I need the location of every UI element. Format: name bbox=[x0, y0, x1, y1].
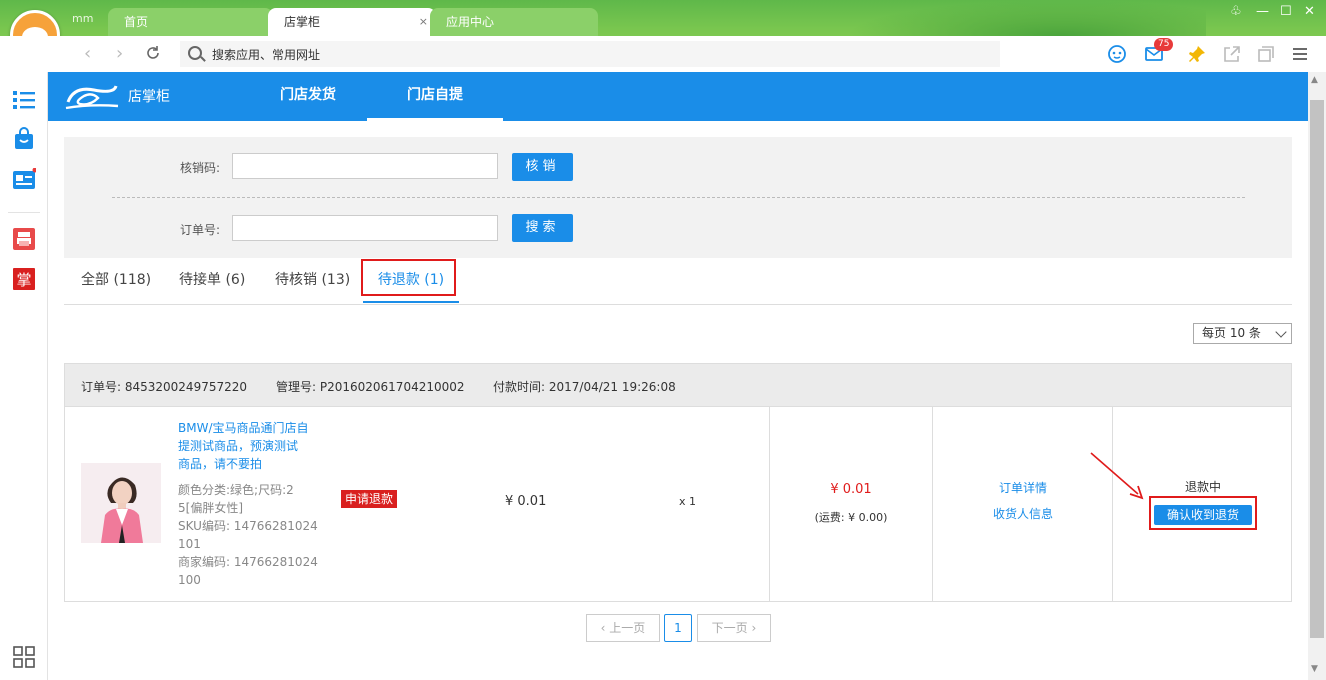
order-no-label: 订单号: bbox=[179, 223, 220, 237]
prev-page-button[interactable]: ‹ 上一页 bbox=[586, 614, 660, 642]
username: mm bbox=[72, 12, 94, 25]
chevron-down-icon bbox=[1275, 326, 1287, 338]
status-tabs: 全部 (118) 待接单 (6) 待核销 (13) 待退款 (1) bbox=[64, 258, 1292, 305]
nav-label: 门店发货 bbox=[280, 87, 336, 103]
scrollbar-thumb[interactable] bbox=[1310, 100, 1324, 638]
chevron-left-icon: ‹ bbox=[600, 621, 610, 635]
meta-line: SKU编码: 14766281024 bbox=[178, 519, 318, 533]
id-card-icon[interactable] bbox=[12, 168, 36, 192]
paid-time: 付款时间: 2017/04/21 19:26:08 bbox=[493, 380, 676, 394]
browser-tab-shop[interactable]: 店掌柜 × bbox=[268, 8, 436, 36]
minimize-icon[interactable]: — bbox=[1256, 4, 1269, 19]
product-thumbnail[interactable] bbox=[81, 463, 161, 543]
pin-icon[interactable] bbox=[1187, 44, 1207, 64]
tab-pending-verify[interactable]: 待核销 (13) bbox=[275, 258, 350, 303]
product-image bbox=[81, 463, 161, 543]
next-page-label: 下一页 bbox=[711, 621, 748, 635]
sidebar-divider bbox=[8, 212, 40, 213]
current-page-button[interactable]: 1 bbox=[664, 614, 692, 642]
nav-label: 门店自提 bbox=[407, 87, 463, 103]
unit-price: ¥ 0.01 bbox=[505, 494, 547, 509]
meta-line: 颜色分类:绿色;尺码:2 bbox=[178, 483, 294, 497]
search-icon bbox=[188, 46, 202, 60]
order-header: 订单号: 8453200249757220 管理号: P201602061704… bbox=[64, 363, 1292, 407]
quantity: x 1 bbox=[679, 495, 697, 508]
shopping-bag-icon[interactable] bbox=[12, 127, 36, 151]
grid-icon[interactable] bbox=[12, 645, 36, 669]
highlight-box-refund-tab bbox=[361, 259, 456, 296]
printer-icon[interactable] bbox=[12, 227, 36, 251]
tab-all[interactable]: 全部 (118) bbox=[81, 258, 151, 303]
close-icon[interactable]: × bbox=[419, 8, 428, 36]
browser-tab-app-center[interactable]: 应用中心 bbox=[430, 8, 598, 36]
column-divider bbox=[1112, 406, 1113, 601]
per-page-value: 每页 10 条 bbox=[1202, 326, 1261, 340]
meta-line: 101 bbox=[178, 537, 201, 551]
refresh-icon[interactable] bbox=[144, 44, 162, 62]
product-name-line: 提测试商品，预演测试 bbox=[178, 439, 299, 453]
receiver-info-link[interactable]: 收货人信息 bbox=[933, 505, 1113, 522]
app-name: 店掌柜 bbox=[128, 89, 170, 105]
forward-icon[interactable]: › bbox=[116, 43, 123, 64]
order-row: BMW/宝马商品通门店自 提测试商品，预演测试 商品，请不要拍 颜色分类:绿色;… bbox=[64, 406, 1292, 602]
browser-tab-label: 店掌柜 bbox=[284, 15, 321, 29]
browser-tab-label: 首页 bbox=[124, 15, 149, 29]
verify-button[interactable]: 核销 bbox=[512, 153, 573, 181]
meta-line: 商家编码: 14766281024 bbox=[178, 555, 318, 569]
nav-store-shipping[interactable]: 门店发货 bbox=[248, 72, 368, 121]
nav-store-pickup[interactable]: 门店自提 bbox=[367, 72, 503, 121]
back-icon[interactable]: ‹ bbox=[84, 43, 91, 64]
menu-icon[interactable] bbox=[1290, 44, 1310, 64]
annotation-arrow-icon bbox=[1090, 452, 1144, 500]
order-number: 订单号: 8453200249757220 bbox=[81, 380, 248, 394]
title-bar-decoration bbox=[846, 0, 1206, 36]
scroll-down-icon[interactable]: ▼ bbox=[1311, 664, 1318, 674]
skin-icon[interactable]: ♧ bbox=[1230, 4, 1242, 19]
verify-code-input[interactable] bbox=[232, 153, 498, 179]
column-divider bbox=[932, 406, 933, 601]
window-close-icon[interactable]: ✕ bbox=[1304, 4, 1315, 19]
mail-badge: 75 bbox=[1154, 38, 1174, 51]
shipping-fee: (运费: ¥ 0.00) bbox=[814, 511, 888, 524]
browser-tab-home[interactable]: 首页 bbox=[108, 8, 273, 36]
product-name-line: BMW/宝马商品通门店自 bbox=[178, 421, 309, 435]
order-total: ¥ 0.01 bbox=[830, 482, 872, 497]
column-divider bbox=[769, 406, 770, 601]
app-header: 店掌柜 门店发货 门店自提 bbox=[48, 72, 1308, 121]
browser-tab-label: 应用中心 bbox=[446, 15, 495, 29]
address-bar[interactable]: 搜索应用、常用网址 bbox=[180, 41, 1000, 67]
svg-text:掌: 掌 bbox=[16, 271, 31, 289]
per-page-select[interactable]: 每页 10 条 bbox=[1193, 323, 1292, 344]
shopkeeper-app-icon[interactable]: 掌 bbox=[12, 267, 36, 291]
highlight-box-confirm-button bbox=[1149, 496, 1257, 530]
app-logo-icon bbox=[65, 85, 119, 110]
refund-request-badge: 申请退款 bbox=[341, 490, 398, 508]
scroll-up-icon[interactable]: ▲ bbox=[1311, 75, 1318, 85]
manage-number: 管理号: P201602061704210002 bbox=[276, 380, 465, 394]
order-no-input[interactable] bbox=[232, 215, 498, 241]
verify-code-label: 核销码: bbox=[179, 161, 220, 175]
order-detail-link[interactable]: 订单详情 bbox=[933, 479, 1113, 496]
windows-icon[interactable] bbox=[1256, 44, 1276, 64]
product-name-line: 商品，请不要拍 bbox=[178, 457, 263, 471]
tab-pending-accept[interactable]: 待接单 (6) bbox=[179, 258, 245, 303]
prev-page-label: 上一页 bbox=[609, 621, 646, 635]
robot-icon[interactable] bbox=[1107, 44, 1127, 64]
search-button[interactable]: 搜索 bbox=[512, 214, 573, 242]
maximize-icon[interactable]: ☐ bbox=[1280, 4, 1292, 19]
list-icon[interactable] bbox=[12, 88, 36, 112]
address-placeholder: 搜索应用、常用网址 bbox=[212, 48, 321, 62]
meta-line: 100 bbox=[178, 573, 201, 587]
next-page-button[interactable]: 下一页 › bbox=[697, 614, 771, 642]
share-icon[interactable] bbox=[1222, 44, 1242, 64]
left-sidebar: 掌 bbox=[0, 72, 48, 680]
filter-divider bbox=[112, 197, 1245, 198]
product-name-link[interactable]: BMW/宝马商品通门店自 提测试商品，预演测试 商品，请不要拍 bbox=[178, 419, 318, 473]
product-meta: 颜色分类:绿色;尺码:2 5[偏胖女性] SKU编码: 14766281024 … bbox=[178, 481, 318, 589]
chevron-right-icon: › bbox=[747, 621, 757, 635]
meta-line: 5[偏胖女性] bbox=[178, 501, 243, 515]
